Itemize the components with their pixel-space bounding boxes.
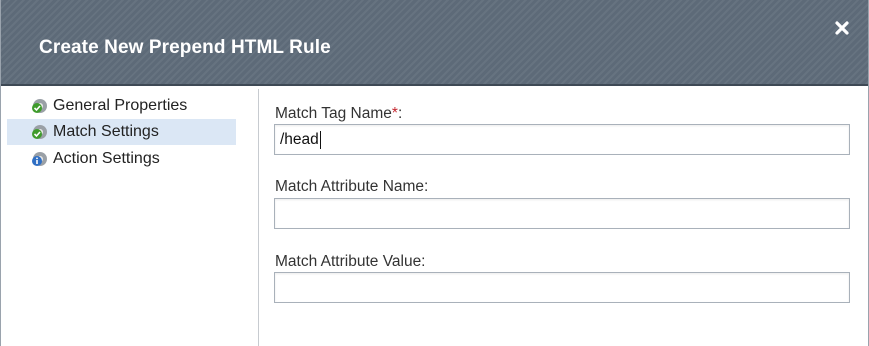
sidebar-item-general-properties[interactable]: General Properties [7,93,236,119]
close-icon[interactable] [834,20,850,36]
green-check-gear-icon [32,125,47,139]
input-value: /head [280,130,319,148]
text-cursor [319,130,321,149]
match-attribute-value-input[interactable] [274,272,850,303]
sidebar-item-label: General Properties [53,97,188,114]
sidebar-item-label: Match Settings [53,123,159,140]
dialog-titlebar: Create New Prepend HTML Rule [1,0,868,86]
match-attribute-name-input[interactable] [274,198,850,229]
match-tag-name-input[interactable]: /head [274,124,850,155]
sidebar-item-action-settings[interactable]: Action Settings [7,146,236,172]
dialog-title: Create New Prepend HTML Rule [39,37,331,58]
sidebar: General Properties Match Settings Action… [7,89,259,346]
dialog: Create New Prepend HTML Rule General Pro… [0,0,869,346]
form-panel: Match Tag Name*: /head Match Attribute N… [259,86,868,346]
sidebar-item-label: Action Settings [53,150,160,167]
match-tag-name-label: Match Tag Name*: [275,105,403,122]
sidebar-item-match-settings[interactable]: Match Settings [7,119,236,145]
blue-info-gear-icon [32,152,47,166]
match-attribute-name-label: Match Attribute Name: [275,178,429,195]
dialog-body: General Properties Match Settings Action… [1,86,868,346]
match-attribute-value-label: Match Attribute Value: [275,253,426,270]
green-check-gear-icon [32,99,47,113]
